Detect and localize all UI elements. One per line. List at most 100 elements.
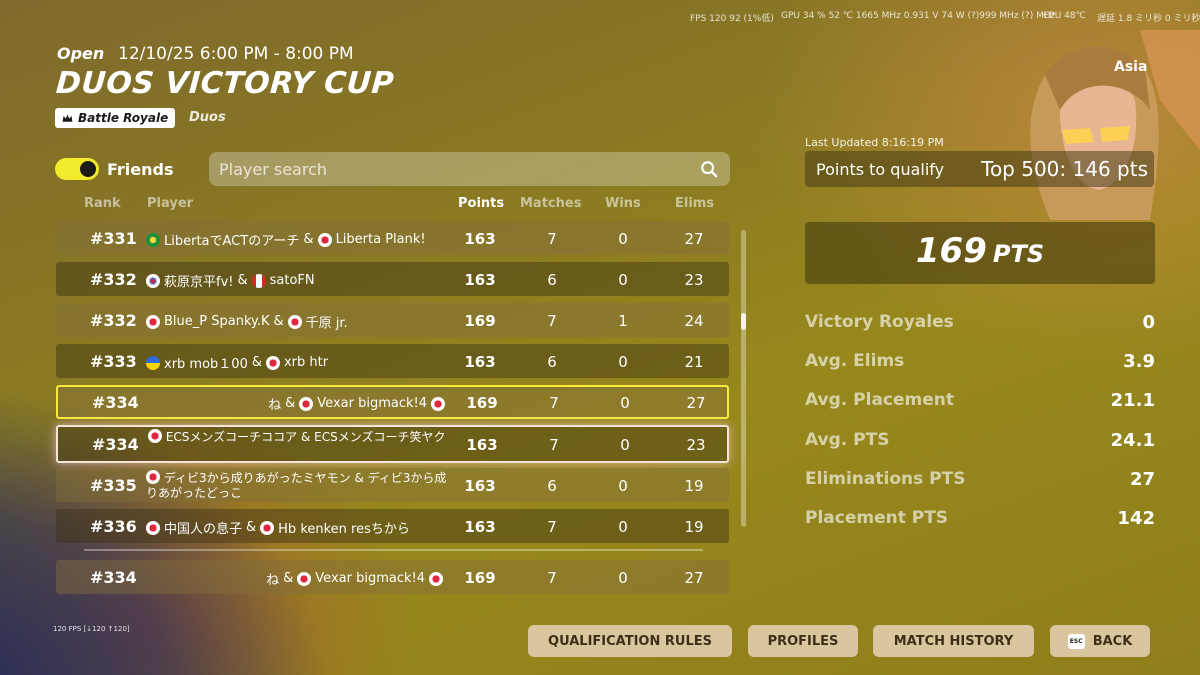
qualify-box: Points to qualify Top 500: 146 pts xyxy=(805,151,1154,187)
row-wins: 0 xyxy=(618,230,628,248)
back-button[interactable]: ESC BACK xyxy=(1050,625,1150,657)
cpu-readout: CPU 48℃ xyxy=(1043,11,1086,21)
row-player: LibertaでACTのアーチ & Liberta Plank! xyxy=(146,230,451,249)
stat-label: Avg. Elims xyxy=(805,351,905,371)
stat-label: Eliminations PTS xyxy=(805,469,966,489)
friends-toggle[interactable] xyxy=(55,158,99,180)
row-rank: #335 xyxy=(90,476,137,495)
flag-icon xyxy=(148,429,162,443)
player-name: ディビ3から成りあがったミヤモン & ディビ3から成りあがったどっこ xyxy=(146,471,447,500)
crown-icon xyxy=(62,113,73,122)
total-points-number: 169 xyxy=(915,231,987,271)
player-name: xrb mob１00 xyxy=(164,357,248,372)
player-separator: & xyxy=(237,273,248,288)
row-matches: 6 xyxy=(547,353,557,371)
col-elims[interactable]: Elims xyxy=(675,196,714,211)
row-matches: 7 xyxy=(547,312,557,330)
row-wins: 0 xyxy=(618,353,628,371)
qualification-rules-button[interactable]: QUALIFICATION RULES xyxy=(528,625,732,657)
row-wins: 0 xyxy=(618,477,628,495)
player-search[interactable] xyxy=(209,152,730,186)
profiles-button[interactable]: PROFILES xyxy=(748,625,858,657)
col-player: Player xyxy=(147,196,194,211)
row-points: 169 xyxy=(464,569,496,587)
fps-counter-small: 120 FPS [↓120 ↑120] xyxy=(53,625,130,633)
table-row-highlighted[interactable]: #334 ね & Vexar bigmack!4 169 7 0 27 xyxy=(56,385,729,419)
player-name: Hb kenken resちから xyxy=(278,522,410,537)
row-points: 169 xyxy=(466,394,498,412)
qualify-value: Top 500: 146 pts xyxy=(981,157,1148,181)
player-separator: & xyxy=(283,571,294,586)
row-points: 169 xyxy=(464,312,496,330)
player-separator: & xyxy=(285,396,296,411)
row-player: ディビ3から成りあがったミヤモン & ディビ3から成りあがったどっこ xyxy=(146,470,451,501)
table-row[interactable]: #332 Blue_P Spanky.K & 千原 jr. 169 7 1 24 xyxy=(56,303,729,337)
row-elims: 27 xyxy=(684,569,704,587)
row-points: 163 xyxy=(464,518,496,536)
player-name: ECSメンズコーチココア & ECSメンズコーチ笑ヤク xyxy=(165,430,446,444)
row-wins: 0 xyxy=(620,394,630,412)
total-points-unit: PTS xyxy=(992,240,1045,268)
row-rank: #336 xyxy=(90,517,137,536)
row-points: 163 xyxy=(464,271,496,289)
mode-badge: Battle Royale xyxy=(55,108,176,128)
player-separator: & xyxy=(246,520,257,535)
flag-icon xyxy=(429,571,443,586)
row-wins: 0 xyxy=(618,569,628,587)
col-matches[interactable]: Matches xyxy=(520,196,581,211)
player-name: 中国人の息子 xyxy=(164,522,243,537)
row-wins: 0 xyxy=(620,436,630,454)
flag-icon xyxy=(317,232,332,247)
row-points: 163 xyxy=(466,436,498,454)
row-rank: #333 xyxy=(90,352,137,371)
table-row[interactable]: #335 ディビ3から成りあがったミヤモン & ディビ3から成りあがったどっこ … xyxy=(56,468,729,502)
pinned-own-row[interactable]: #334 ね & Vexar bigmack!4 169 7 0 27 xyxy=(56,560,729,594)
row-points: 163 xyxy=(464,353,496,371)
row-elims: 27 xyxy=(684,230,704,248)
row-matches: 7 xyxy=(547,230,557,248)
row-elims: 23 xyxy=(684,271,704,289)
row-matches: 7 xyxy=(547,518,557,536)
match-history-label: MATCH HISTORY xyxy=(893,633,1014,649)
qualification-rules-label: QUALIFICATION RULES xyxy=(548,633,712,649)
player-name: Liberta Plank! xyxy=(335,232,426,247)
row-player: Blue_P Spanky.K & 千原 jr. xyxy=(146,312,451,331)
stat-label: Placement PTS xyxy=(805,508,949,528)
table-row[interactable]: #336 中国人の息子 & Hb kenken resちから 163 7 0 1… xyxy=(56,509,729,543)
player-name: satoFN xyxy=(269,273,315,288)
flag-icon xyxy=(299,396,314,411)
profiles-label: PROFILES xyxy=(767,633,839,649)
flag-icon xyxy=(146,355,160,370)
event-status: Open xyxy=(57,44,105,63)
stat-value: 0 xyxy=(1142,312,1155,333)
scrollbar-track[interactable] xyxy=(741,230,746,527)
player-separator: & xyxy=(273,314,284,329)
row-rank: #334 xyxy=(92,393,139,412)
last-updated: Last Updated 8:16:19 PM xyxy=(805,136,944,149)
table-row-selected[interactable]: #334 ECSメンズコーチココア & ECSメンズコーチ笑ヤク 163 7 0… xyxy=(56,425,729,463)
table-row[interactable]: #331 LibertaでACTのアーチ & Liberta Plank! 16… xyxy=(56,221,729,255)
player-name: Vexar bigmack!4 xyxy=(315,571,425,586)
player-name: 千原 jr. xyxy=(305,316,348,331)
col-wins[interactable]: Wins xyxy=(605,196,641,211)
flag-icon xyxy=(287,314,302,329)
stat-value: 21.1 xyxy=(1110,390,1155,411)
row-elims: 19 xyxy=(684,477,704,495)
match-history-button[interactable]: MATCH HISTORY xyxy=(873,625,1034,657)
stat-label: Victory Royales xyxy=(805,312,954,332)
table-row[interactable]: #332 萩原京平fv! & satoFN 163 6 0 23 xyxy=(56,262,729,296)
row-player: ECSメンズコーチココア & ECSメンズコーチ笑ヤク xyxy=(148,429,453,445)
table-row[interactable]: #333 xrb mob１00 & xrb htr 163 6 0 21 xyxy=(56,344,729,378)
row-player: ね & Vexar bigmack!4 xyxy=(148,394,445,413)
search-input[interactable] xyxy=(219,152,689,186)
row-points: 163 xyxy=(464,230,496,248)
scrollbar-thumb[interactable] xyxy=(741,313,746,330)
esc-key-icon: ESC xyxy=(1067,633,1085,649)
flag-icon xyxy=(265,355,280,370)
row-rank: #331 xyxy=(90,229,137,248)
row-matches: 6 xyxy=(547,477,557,495)
total-points: 169 PTS xyxy=(805,222,1155,284)
col-points[interactable]: Points xyxy=(458,196,504,211)
row-elims: 24 xyxy=(684,312,704,330)
search-icon[interactable] xyxy=(700,160,718,178)
